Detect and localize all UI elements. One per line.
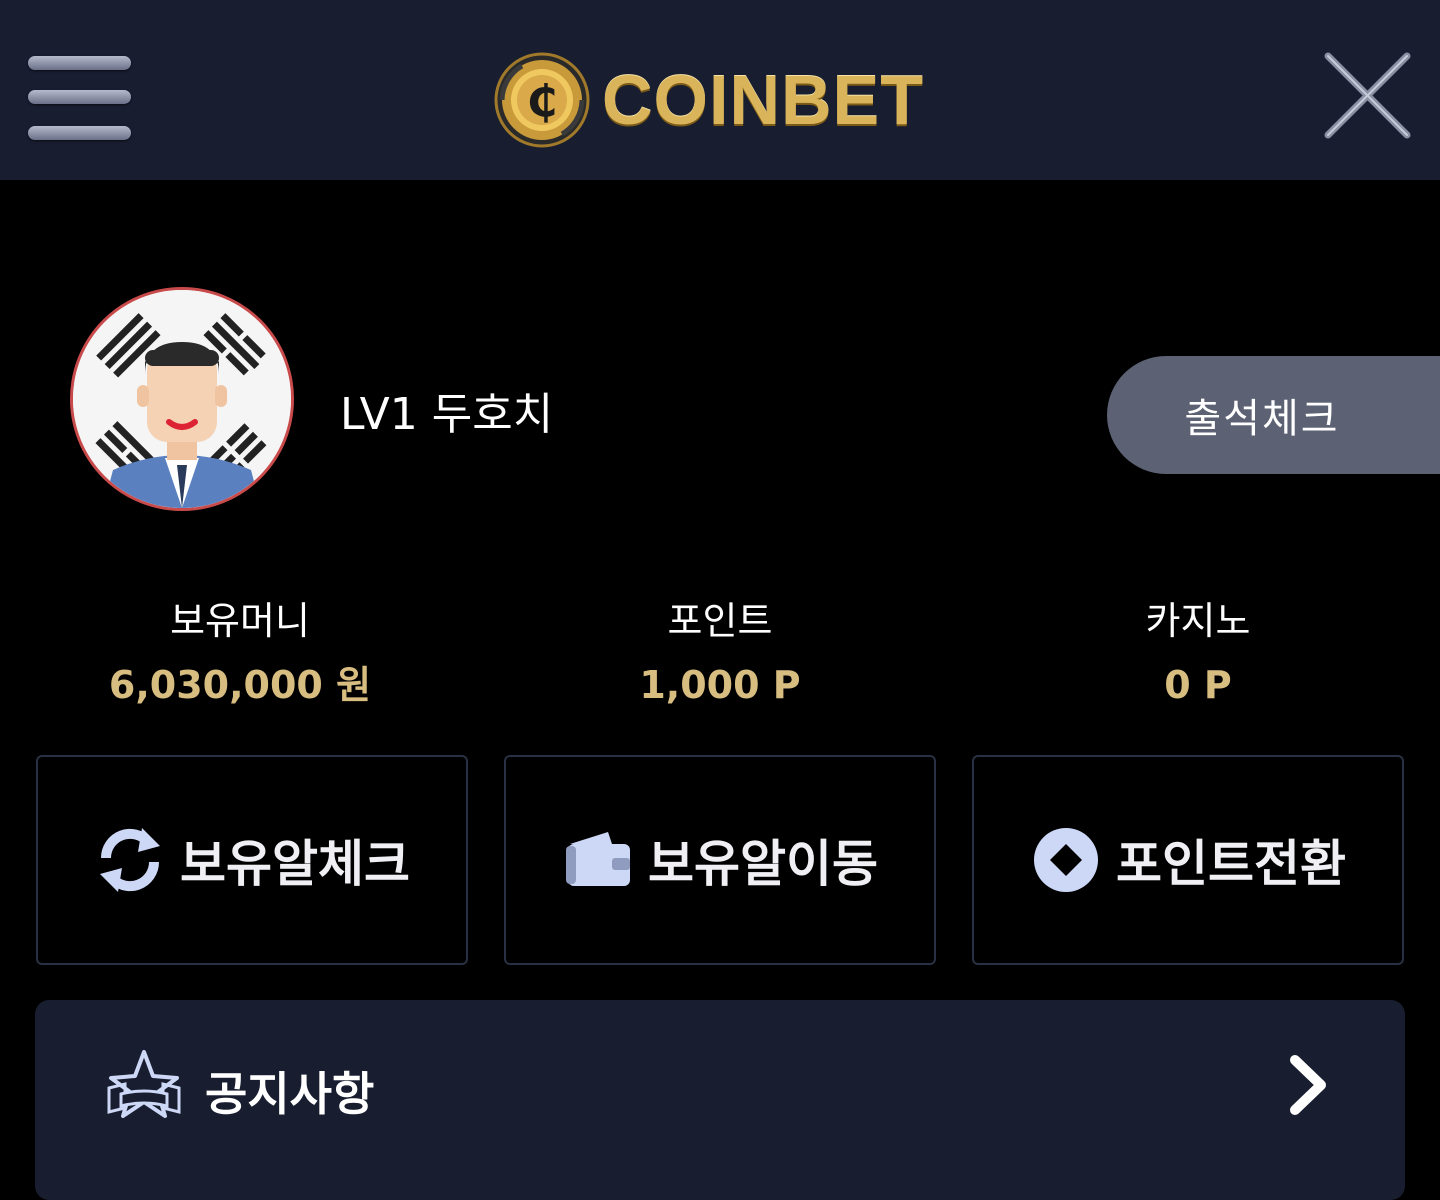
balance-check-label: 보유알체크 bbox=[180, 835, 410, 893]
coinbet-logo[interactable]: ₵ COINBET bbox=[492, 50, 952, 150]
menu-line bbox=[28, 90, 131, 104]
coin-logo-icon: ₵ bbox=[494, 52, 590, 148]
diamond-circle-icon bbox=[1034, 828, 1098, 892]
coin-symbol: ₵ bbox=[527, 76, 558, 127]
stat-value: 0 P bbox=[1164, 663, 1232, 707]
chevron-right-icon bbox=[1290, 1055, 1326, 1115]
menu-line bbox=[28, 126, 131, 140]
hamburger-menu-icon[interactable] bbox=[28, 54, 132, 144]
point-convert-button[interactable]: 포인트전환 bbox=[972, 755, 1404, 965]
notice-label: 공지사항 bbox=[205, 1067, 375, 1121]
balance-check-button[interactable]: 보유알체크 bbox=[36, 755, 468, 965]
refresh-icon bbox=[100, 828, 160, 892]
logo-text: COINBET bbox=[602, 61, 924, 139]
attendance-check-button[interactable]: 출석체크 bbox=[1107, 356, 1440, 474]
stat-money: 보유머니 6,030,000 원 bbox=[40, 596, 440, 710]
stat-points: 포인트 1,000 P bbox=[520, 596, 920, 710]
star-badge-icon bbox=[107, 1050, 181, 1118]
balance-transfer-label: 보유알이동 bbox=[648, 835, 878, 893]
username: LV1 두호치 bbox=[340, 389, 554, 440]
wallet-icon bbox=[566, 832, 630, 886]
avatar bbox=[70, 287, 294, 511]
menu-line bbox=[28, 56, 131, 70]
point-convert-label: 포인트전환 bbox=[1116, 835, 1346, 893]
notice-bar[interactable]: 공지사항 bbox=[35, 1000, 1405, 1200]
stat-value: 1,000 P bbox=[639, 663, 801, 707]
top-header: ₵ COINBET bbox=[0, 0, 1440, 180]
stat-label: 포인트 bbox=[667, 599, 773, 643]
stat-label: 카지노 bbox=[1145, 599, 1251, 643]
stat-casino: 카지노 0 P bbox=[998, 596, 1398, 710]
balance-transfer-button[interactable]: 보유알이동 bbox=[504, 755, 936, 965]
stat-value: 6,030,000 원 bbox=[108, 663, 372, 707]
close-icon[interactable] bbox=[1320, 48, 1415, 143]
stat-label: 보유머니 bbox=[170, 599, 310, 643]
user-avatar-image bbox=[73, 290, 291, 508]
